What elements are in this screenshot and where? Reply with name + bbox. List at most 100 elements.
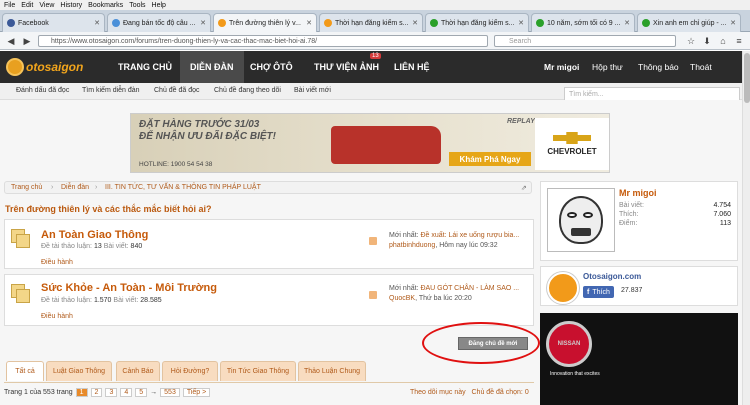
browser-tab-active[interactable]: Trên đường thiên lý v... ✕ bbox=[213, 13, 317, 32]
forum-title[interactable]: An Toàn Giao Thông bbox=[41, 229, 148, 241]
page-jump-arrow[interactable]: → bbox=[150, 389, 157, 396]
tab-all[interactable]: Tất cả bbox=[6, 361, 44, 381]
chevrolet-ad-banner[interactable]: ĐẶT HÀNG TRƯỚC 31/03 ĐỂ NHẬN ƯU ĐÃI ĐẶC … bbox=[130, 113, 610, 173]
nissan-tagline: Innovation that excites bbox=[550, 371, 600, 377]
close-icon[interactable]: ✕ bbox=[412, 19, 418, 27]
menu-history[interactable]: History bbox=[60, 2, 82, 9]
browser-search-input[interactable]: Search bbox=[494, 35, 676, 47]
forum-latest-meta: QuocBK, Thứ ba lúc 20:20 bbox=[389, 295, 472, 302]
close-icon[interactable]: ✕ bbox=[730, 19, 736, 27]
menu-tools[interactable]: Tools bbox=[129, 2, 145, 9]
forum-title[interactable]: Sức Khỏe - An Toàn - Môi Trường bbox=[41, 282, 217, 294]
browser-tab[interactable]: Xin anh em chỉ giúp - ... ✕ bbox=[637, 13, 741, 32]
breadcrumb-separator: › bbox=[51, 184, 54, 191]
subnav-mark-read[interactable]: Đánh dấu đã đọc bbox=[16, 87, 69, 94]
tab-general-discussion[interactable]: Thảo Luận Chung bbox=[298, 361, 366, 381]
profile-name[interactable]: Mr migoi bbox=[619, 188, 657, 198]
latest-thread-link[interactable]: ĐAU GÓT CHÂN - LÀM SAO ... bbox=[420, 285, 519, 292]
menu-file[interactable]: File bbox=[4, 2, 15, 9]
tab-warnings[interactable]: Cảnh Báo bbox=[116, 361, 160, 381]
page-link[interactable]: 3 bbox=[105, 388, 118, 397]
nissan-ad[interactable]: NISSAN Innovation that excites bbox=[540, 313, 738, 405]
page-next-button[interactable]: Tiếp > bbox=[182, 388, 211, 397]
rss-icon[interactable] bbox=[369, 291, 377, 299]
tab-traffic-news[interactable]: Tin Tức Giao Thông bbox=[220, 361, 296, 381]
latest-user-link[interactable]: QuocBK bbox=[389, 295, 415, 302]
page-scrollbar[interactable] bbox=[742, 51, 750, 405]
gallery-badge: 13 bbox=[370, 53, 381, 59]
forum-stats: Đề tài thảo luận: 1.570 Bài viết: 28.585 bbox=[41, 297, 162, 304]
facebook-widget: Otosaigon.com f Thích 27.837 bbox=[540, 266, 738, 306]
tab-traffic-law[interactable]: Luật Giao Thông bbox=[46, 361, 112, 381]
forward-icon[interactable]: ▶ bbox=[20, 35, 34, 47]
ad-hotline: HOTLINE: 1900 54 54 38 bbox=[139, 161, 213, 168]
forum-moderate-link[interactable]: Điều hành bbox=[41, 259, 73, 266]
page-link[interactable]: 4 bbox=[120, 388, 133, 397]
nav-market[interactable]: CHỢ ÔTÔ bbox=[240, 51, 303, 83]
site-icon bbox=[642, 19, 650, 27]
notifications-link[interactable]: Thông báo bbox=[638, 51, 679, 83]
follow-forum-link[interactable]: Theo dõi mục này bbox=[410, 389, 466, 396]
subnav-watched-threads[interactable]: Chủ đề đang theo dõi bbox=[214, 87, 281, 94]
nav-forum[interactable]: DIỄN ĐÀN bbox=[180, 51, 244, 83]
back-icon[interactable]: ◀ bbox=[4, 35, 18, 47]
tab-ask-way[interactable]: Hỏi Đường? bbox=[162, 361, 218, 381]
menu-view[interactable]: View bbox=[39, 2, 54, 9]
site-header: otosaigon TRANG CHỦ DIỄN ĐÀN CHỢ ÔTÔ THƯ… bbox=[0, 51, 742, 83]
pager-right: Theo dõi mục này Chủ đề đã chọn: 0 bbox=[410, 389, 529, 396]
browser-tab-facebook[interactable]: Facebook ✕ bbox=[2, 13, 105, 32]
browser-tab[interactable]: 10 năm, sớm tối có 9 ... ✕ bbox=[531, 13, 635, 32]
pin-icon[interactable]: ⇗ bbox=[521, 184, 527, 192]
close-icon[interactable]: ✕ bbox=[518, 19, 524, 27]
close-icon[interactable]: ✕ bbox=[94, 19, 100, 27]
page-link-last[interactable]: 553 bbox=[160, 388, 180, 397]
fb-page-name[interactable]: Otosaigon.com bbox=[583, 272, 641, 281]
fb-like-button[interactable]: f Thích bbox=[583, 286, 614, 298]
forum-moderate-link[interactable]: Điều hành bbox=[41, 313, 73, 320]
inbox-link[interactable]: Hộp thư bbox=[592, 51, 623, 83]
scrollbar-thumb[interactable] bbox=[744, 53, 750, 103]
logout-link[interactable]: Thoát bbox=[690, 51, 712, 83]
nav-home[interactable]: TRANG CHỦ bbox=[108, 51, 182, 83]
truck-image bbox=[331, 126, 441, 164]
latest-user-link[interactable]: phatbinhduong bbox=[389, 242, 435, 249]
otosaigon-logo-icon bbox=[547, 272, 579, 304]
download-icon[interactable]: ⬇ bbox=[700, 35, 714, 47]
subnav-search-forum[interactable]: Tìm kiếm diễn đàn bbox=[82, 87, 140, 94]
site-search-input[interactable]: Tìm kiếm... bbox=[564, 87, 740, 101]
nav-contact[interactable]: LIÊN HỆ bbox=[384, 51, 440, 83]
latest-thread-link[interactable]: Đề xuất: Lái xe uống rượu bia... bbox=[420, 232, 519, 239]
menu-icon[interactable]: ≡ bbox=[732, 35, 746, 47]
subnav-new-posts[interactable]: Bài viết mới bbox=[294, 87, 331, 94]
rss-icon[interactable] bbox=[369, 237, 377, 245]
breadcrumb-category[interactable]: III. TIN TỨC, TƯ VẤN & THÔNG TIN PHÁP LU… bbox=[105, 184, 261, 191]
avatar[interactable] bbox=[547, 188, 615, 252]
home-icon[interactable]: ⌂ bbox=[716, 35, 730, 47]
selected-threads-link[interactable]: Chủ đề đã chọn: 0 bbox=[472, 389, 529, 396]
browser-tab[interactable]: Thời hạn đăng kiểm s... ✕ bbox=[319, 13, 423, 32]
page-link-current[interactable]: 1 bbox=[75, 388, 88, 397]
site-logo[interactable]: otosaigon bbox=[6, 56, 92, 78]
browser-tab[interactable]: Đang bán tốc độ câu ... ✕ bbox=[107, 13, 211, 32]
menu-bookmarks[interactable]: Bookmarks bbox=[88, 2, 123, 9]
breadcrumb-home[interactable]: Trang chủ bbox=[11, 184, 42, 191]
breadcrumb-forum[interactable]: Diễn đàn bbox=[61, 184, 89, 191]
close-icon[interactable]: ✕ bbox=[200, 19, 206, 27]
star-icon[interactable]: ☆ bbox=[684, 35, 698, 47]
meme-face-icon bbox=[559, 196, 603, 244]
close-icon[interactable]: ✕ bbox=[306, 19, 312, 27]
page-link[interactable]: 2 bbox=[90, 388, 103, 397]
ad-cta-button[interactable]: Khám Phá Ngay bbox=[449, 152, 531, 166]
menu-edit[interactable]: Edit bbox=[21, 2, 33, 9]
forum-latest: Mới nhất: ĐAU GÓT CHÂN - LÀM SAO ... bbox=[389, 285, 520, 292]
browser-navbar: ◀ ▶ https://www.otosaigon.com/forums/tre… bbox=[0, 32, 750, 50]
close-icon[interactable]: ✕ bbox=[624, 19, 630, 27]
chevrolet-bowtie-icon bbox=[553, 132, 591, 144]
subnav-read-threads[interactable]: Chủ đề đã đọc bbox=[154, 87, 200, 94]
user-name-link[interactable]: Mr migoi bbox=[544, 51, 579, 83]
url-bar[interactable]: https://www.otosaigon.com/forums/tren-du… bbox=[38, 35, 488, 47]
page-link[interactable]: 5 bbox=[135, 388, 148, 397]
browser-tab[interactable]: Thời hạn đăng kiểm s... ✕ bbox=[425, 13, 529, 32]
menu-help[interactable]: Help bbox=[152, 2, 166, 9]
ad-replay-button[interactable]: REPLAY bbox=[507, 118, 535, 125]
